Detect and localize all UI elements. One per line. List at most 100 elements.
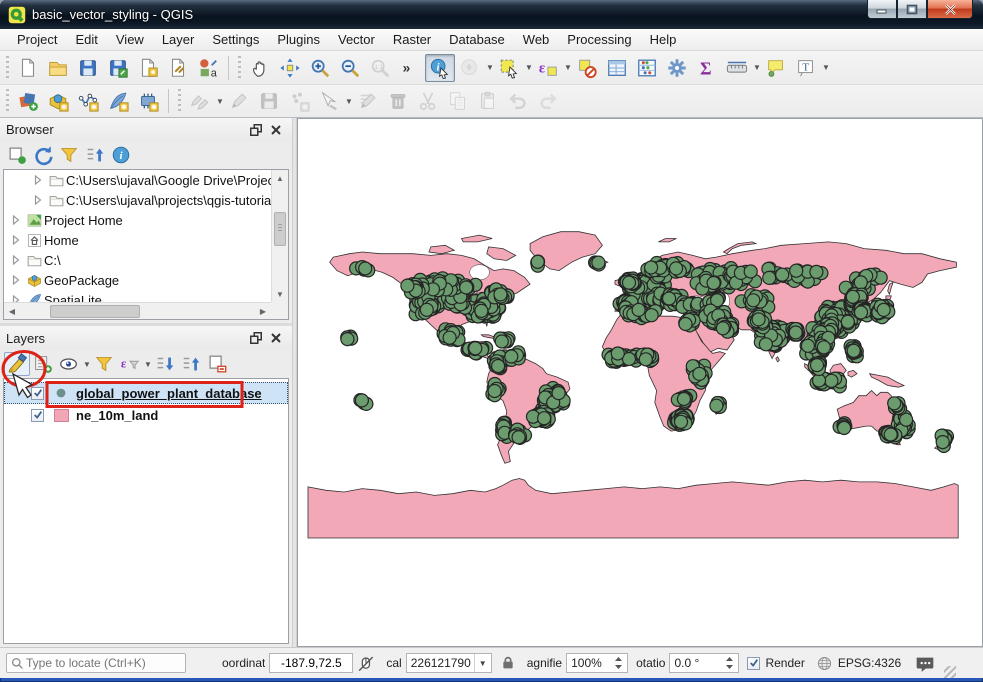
expander-icon[interactable]	[8, 293, 24, 302]
manage-map-themes-dropdown[interactable]: ▼	[83, 360, 91, 369]
layers-close-button[interactable]	[266, 329, 286, 347]
toolbar-overflow-button[interactable]: »	[395, 54, 425, 82]
new-shapefile-layer-button[interactable]	[73, 87, 103, 115]
menu-layer[interactable]: Layer	[153, 30, 204, 49]
run-feature-action-dropdown[interactable]: ▼	[486, 63, 494, 72]
add-selected-layer-button[interactable]	[4, 143, 30, 167]
crs-value[interactable]: EPSG:4326	[838, 656, 901, 670]
browser-item-geopackage[interactable]: GeoPackage	[4, 270, 271, 290]
processing-toolbox-button[interactable]	[662, 54, 692, 82]
filter-browser-button[interactable]	[56, 143, 82, 167]
collapse-all-button[interactable]	[82, 143, 108, 167]
toolbar-grip[interactable]	[236, 56, 243, 80]
layers-float-button[interactable]	[246, 329, 266, 347]
style-manager-button[interactable]: a	[193, 54, 223, 82]
project-new-button[interactable]	[13, 54, 43, 82]
scroll-thumb-horizontal[interactable]	[50, 305, 140, 318]
data-source-manager-button[interactable]	[13, 87, 43, 115]
lock-icon[interactable]	[500, 655, 516, 671]
extents-toggle-icon[interactable]	[356, 654, 375, 673]
menu-edit[interactable]: Edit	[66, 30, 106, 49]
toolbar-grip[interactable]	[176, 89, 183, 113]
text-annotation-button[interactable]: T	[791, 54, 821, 82]
layers-panel-header[interactable]: Layers	[0, 326, 292, 350]
title-bar[interactable]: basic_vector_styling - QGIS	[0, 0, 983, 29]
scroll-left-button[interactable]: ◀	[4, 303, 20, 319]
minimize-button[interactable]	[867, 0, 897, 19]
show-layout-manager-button[interactable]	[163, 54, 193, 82]
expander-icon[interactable]	[30, 173, 46, 188]
menu-view[interactable]: View	[107, 30, 153, 49]
browser-item-c-users-ujaval-projects-qgis-tutorials[interactable]: C:\Users\ujaval\projects\qgis-tutorials\	[4, 190, 271, 210]
browser-item-home[interactable]: Home	[4, 230, 271, 250]
remove-layer-button[interactable]	[204, 352, 230, 376]
coordinate-box[interactable]	[269, 653, 353, 673]
map-canvas[interactable]	[297, 118, 983, 647]
layer-visibility-checkbox[interactable]	[31, 409, 44, 422]
menu-processing[interactable]: Processing	[558, 30, 640, 49]
locator-box[interactable]	[6, 653, 186, 673]
measure-button[interactable]	[722, 54, 752, 82]
open-attribute-table-button[interactable]	[602, 54, 632, 82]
vertex-tool-dropdown[interactable]: ▼	[345, 97, 353, 106]
browser-item-spatialite[interactable]: SpatiaLite	[4, 290, 271, 302]
new-print-layout-button[interactable]	[133, 54, 163, 82]
select-by-expression-button[interactable]: ε	[533, 54, 563, 82]
spinner-arrows-icon[interactable]	[725, 655, 734, 671]
coordinate-input[interactable]	[274, 655, 348, 671]
expander-icon[interactable]	[8, 233, 24, 248]
project-save-button[interactable]	[73, 54, 103, 82]
combo-arrow-icon[interactable]: ▼	[474, 654, 487, 672]
maximize-button[interactable]	[897, 0, 927, 19]
expander-icon[interactable]	[8, 253, 24, 268]
layer-visibility-checkbox[interactable]	[31, 387, 44, 400]
render-checkbox[interactable]	[747, 657, 760, 670]
menu-help[interactable]: Help	[641, 30, 686, 49]
spinner-arrows-icon[interactable]	[614, 655, 623, 671]
locate-input[interactable]	[24, 655, 181, 671]
expander-icon[interactable]	[8, 213, 24, 228]
identify-features-button[interactable]: i	[425, 54, 455, 82]
close-button[interactable]	[927, 0, 973, 19]
browser-float-button[interactable]	[246, 121, 266, 139]
add-group-button[interactable]	[30, 352, 56, 376]
map-tips-button[interactable]	[761, 54, 791, 82]
scroll-up-button[interactable]: ▲	[272, 170, 288, 186]
new-geopackage-layer-button[interactable]	[43, 87, 73, 115]
expander-icon[interactable]	[8, 273, 24, 288]
filter-by-expression-button[interactable]: ε	[117, 352, 143, 376]
scroll-down-button[interactable]: ▼	[272, 286, 288, 302]
measure-dropdown[interactable]: ▼	[753, 63, 761, 72]
menu-settings[interactable]: Settings	[203, 30, 268, 49]
browser-horizontal-scrollbar[interactable]: ◀ ▶	[4, 302, 271, 319]
filter-by-expression-dropdown[interactable]: ▼	[144, 360, 152, 369]
deselect-features-button[interactable]	[572, 54, 602, 82]
zoom-out-button[interactable]	[335, 54, 365, 82]
browser-panel-header[interactable]: Browser	[0, 118, 292, 141]
layer-name[interactable]: global_power_plant_database	[76, 386, 262, 401]
layer-item-ne-10m-land[interactable]: ne_10m_land	[4, 404, 288, 426]
manage-map-themes-button[interactable]	[56, 352, 82, 376]
select-features-button[interactable]	[494, 54, 524, 82]
scroll-right-button[interactable]: ▶	[255, 303, 271, 319]
browser-item-c[interactable]: C:\	[4, 250, 271, 270]
pan-to-selection-button[interactable]	[275, 54, 305, 82]
rotation-spinbox[interactable]: 0.0 °	[669, 653, 739, 673]
browser-vertical-scrollbar[interactable]: ▲ ▼	[271, 170, 288, 302]
text-annotation-dropdown[interactable]: ▼	[822, 63, 830, 72]
menu-project[interactable]: Project	[8, 30, 66, 49]
layer-name[interactable]: ne_10m_land	[76, 408, 158, 423]
pan-map-button[interactable]	[245, 54, 275, 82]
menu-plugins[interactable]: Plugins	[268, 30, 329, 49]
filter-legend-button[interactable]	[91, 352, 117, 376]
resize-grip[interactable]	[944, 666, 956, 678]
project-open-button[interactable]	[43, 54, 73, 82]
messages-icon[interactable]	[915, 655, 935, 672]
refresh-button[interactable]	[30, 143, 56, 167]
layer-item-global-power-plant-database[interactable]: global_power_plant_database	[4, 382, 288, 404]
browser-item-project-home[interactable]: Project Home	[4, 210, 271, 230]
current-edits-dropdown[interactable]: ▼	[216, 97, 224, 106]
menu-raster[interactable]: Raster	[384, 30, 440, 49]
toolbar-grip[interactable]	[4, 89, 11, 113]
crs-globe-icon[interactable]	[816, 655, 833, 672]
